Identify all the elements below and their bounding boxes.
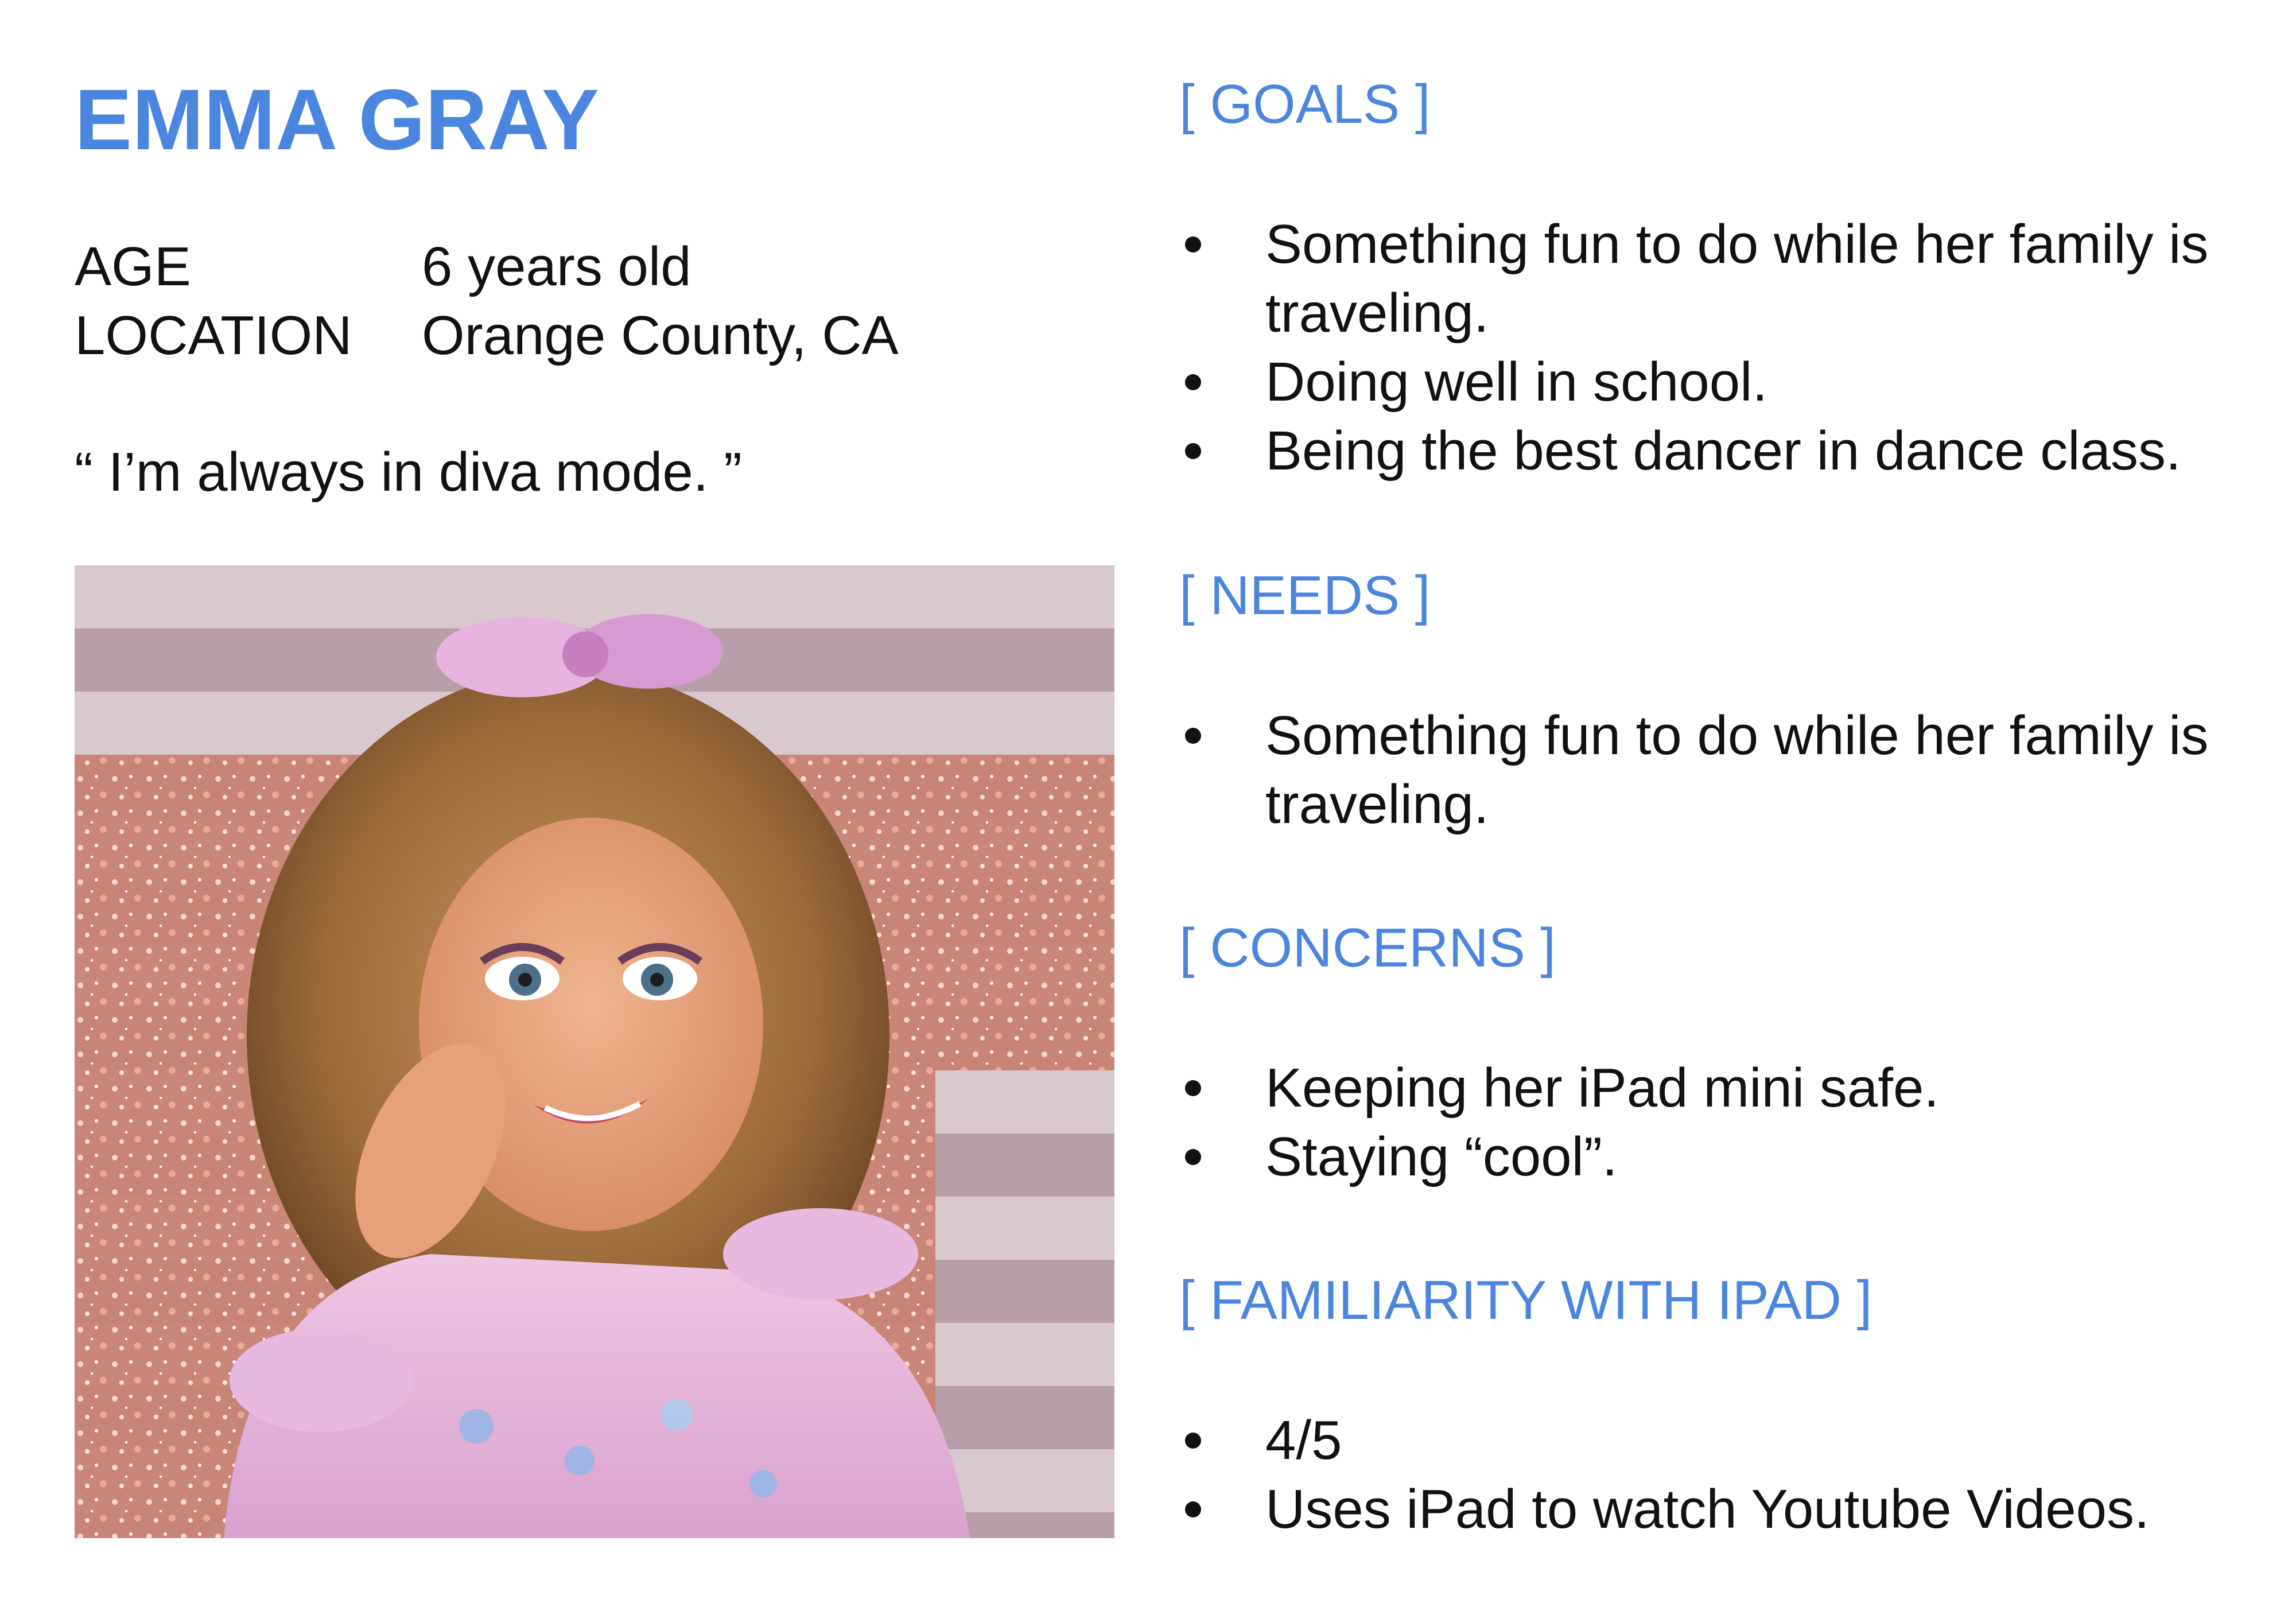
list-item: Uses iPad to watch Youtube Videos. — [1179, 1475, 2241, 1544]
goals-list: Something fun to do while her family is … — [1179, 210, 2270, 486]
concerns-title: [ CONCERNS ] — [1179, 917, 1556, 979]
concerns-list: Keeping her iPad mini safe. Staying “coo… — [1179, 1054, 2270, 1191]
list-item: 4/5 — [1179, 1406, 2241, 1475]
list-item: Being the best dancer in dance class. — [1179, 417, 2241, 486]
details-panel: [ GOALS ] Something fun to do while her … — [0, 0, 2296, 1607]
list-item: Doing well in school. — [1179, 348, 2241, 417]
list-item: Something fun to do while her family is … — [1179, 701, 2241, 839]
needs-title: [ NEEDS ] — [1179, 565, 1431, 626]
list-item: Keeping her iPad mini safe. — [1179, 1054, 2241, 1123]
familiarity-title: [ FAMILIARITY WITH IPAD ] — [1179, 1270, 1872, 1331]
goals-title: [ GOALS ] — [1179, 73, 1431, 135]
list-item: Staying “cool”. — [1179, 1123, 2241, 1191]
needs-list: Something fun to do while her family is … — [1179, 701, 2270, 839]
familiarity-list: 4/5 Uses iPad to watch Youtube Videos. — [1179, 1406, 2270, 1544]
list-item: Something fun to do while her family is … — [1179, 210, 2241, 348]
